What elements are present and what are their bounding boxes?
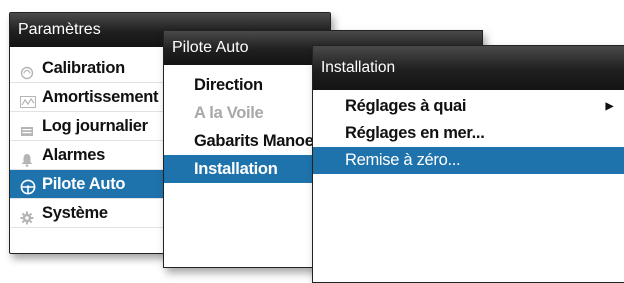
log-icon bbox=[20, 119, 34, 136]
settings-item-label: Alarmes bbox=[42, 146, 106, 164]
bell-icon bbox=[20, 148, 34, 167]
autopilot-item-label: Installation bbox=[194, 160, 278, 178]
installation-menu-title: Installation bbox=[313, 46, 624, 90]
autopilot-item-label: Gabarits Manoe bbox=[194, 132, 314, 150]
installation-menu-list: Réglages à quai ▶ Réglages en mer... Rem… bbox=[313, 90, 624, 174]
settings-item-label: Pilote Auto bbox=[42, 175, 126, 193]
steering-wheel-icon bbox=[20, 176, 36, 195]
installation-menu-panel: Installation Réglages à quai ▶ Réglages … bbox=[312, 45, 624, 283]
installation-item-label: Remise à zéro... bbox=[345, 151, 461, 169]
submenu-arrow-icon: ▶ bbox=[605, 101, 614, 112]
damping-icon bbox=[20, 90, 36, 108]
autopilot-item-label: A la Voile bbox=[194, 104, 264, 122]
installation-item-sea-setup[interactable]: Réglages en mer... bbox=[313, 120, 624, 147]
autopilot-item-label: Direction bbox=[194, 76, 263, 94]
calibration-icon bbox=[20, 61, 34, 80]
installation-item-label: Réglages en mer... bbox=[345, 124, 485, 142]
installation-item-reset[interactable]: Remise à zéro... bbox=[313, 147, 624, 174]
installation-item-label: Réglages à quai bbox=[345, 97, 467, 115]
settings-item-label: Calibration bbox=[42, 59, 125, 77]
settings-item-label: Log journalier bbox=[42, 117, 148, 135]
settings-item-label: Système bbox=[42, 204, 108, 222]
settings-item-label: Amortissement bbox=[42, 88, 159, 106]
installation-item-dock-setup[interactable]: Réglages à quai ▶ bbox=[313, 93, 624, 120]
gear-icon bbox=[20, 206, 34, 225]
